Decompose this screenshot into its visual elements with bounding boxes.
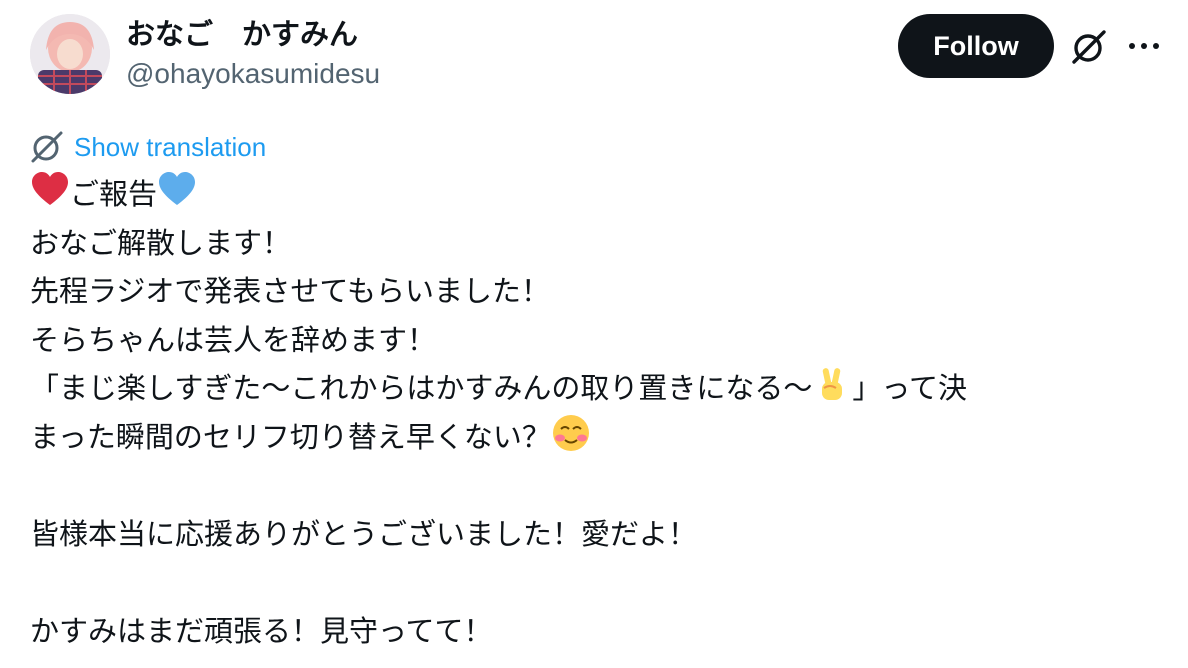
tweet-line-text: まった瞬間のセリフ切り替え早くない？: [30, 419, 551, 454]
user-names: おなご かすみん @ohayokasumidesu: [126, 16, 380, 92]
more-dots-icon[interactable]: [1126, 28, 1162, 64]
show-translation-link[interactable]: Show translation: [74, 130, 266, 164]
tweet-line: おなご解散します！: [30, 225, 292, 260]
avatar-image: [30, 14, 110, 94]
tweet-line: まった瞬間のセリフ切り替え早くない？: [30, 413, 1160, 462]
red-heart-icon: [30, 170, 70, 210]
tweet-line-text: ご報告: [70, 177, 158, 211]
user-handle[interactable]: @ohayokasumidesu: [126, 56, 380, 92]
tweet-line: ご報告: [30, 170, 1160, 219]
tweet-text: ご報告 おなご解散します！ 先程ラジオで発表させてもらいました！ そらちゃんは芸…: [30, 170, 1160, 656]
tweet-line-text: 「まじ楽しすぎた～これからはかすみんの取り置きになる～: [30, 371, 813, 406]
display-name[interactable]: おなご かすみん: [126, 16, 380, 52]
tweet-line: 先程ラジオで発表させてもらいました！: [30, 274, 550, 309]
smiling-face-icon: [551, 413, 591, 453]
tweet-line: かすみはまだ頑張る！見守ってて！: [30, 614, 493, 649]
victory-hand-icon: [812, 364, 852, 404]
tweet-header: おなご かすみん @ohayokasumidesu Follow: [30, 14, 1160, 94]
tweet-line: そらちゃんは芸人を辞めます！: [30, 322, 437, 357]
tweet-line: 「まじ楽しすぎた～これからはかすみんの取り置きになる～ 」って決: [30, 364, 1160, 413]
follow-button[interactable]: Follow: [898, 14, 1054, 78]
globe-translate-icon: [30, 130, 64, 164]
grok-slash-icon[interactable]: [1070, 28, 1108, 66]
blue-heart-icon: [157, 170, 197, 210]
tweet-line: 皆様本当に応援ありがとうございました！愛だよ！: [30, 517, 698, 552]
tweet-line-text: 」って決: [852, 371, 967, 406]
avatar[interactable]: [30, 14, 110, 94]
